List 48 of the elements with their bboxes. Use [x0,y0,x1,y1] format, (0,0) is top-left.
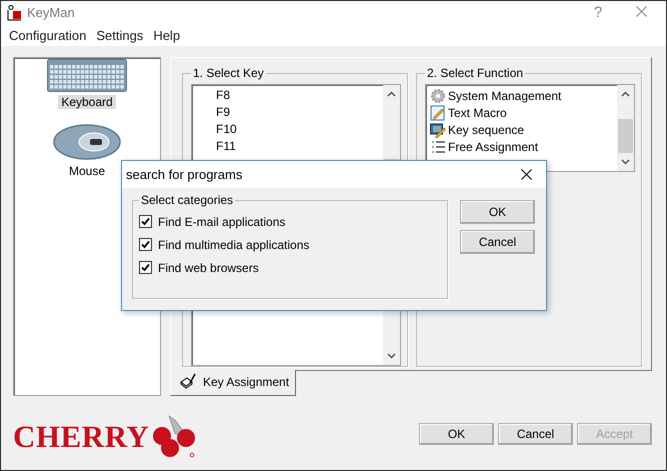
group-title: 2. Select Function [426,66,524,80]
window-title: KeyMan [27,5,76,20]
menu-item[interactable]: Settings [91,28,148,42]
function-list[interactable]: System Management Text Macro Key sequence Free Assignment [425,84,635,172]
menu-item[interactable]: Configuration [4,28,92,42]
mouse-icon [52,123,122,161]
checkbox[interactable] [139,261,152,274]
list-item[interactable]: F11 [196,138,379,155]
dialog-button[interactable]: OK [460,200,535,224]
scroll-down-icon[interactable] [387,353,396,359]
checkbox-label: Find web browsers [158,260,259,274]
scroll-up-icon[interactable] [621,91,630,97]
brand-logo: CHERRY [13,414,198,458]
dialog-button[interactable]: Cancel [498,423,573,445]
gear-icon [430,88,446,104]
list-item[interactable]: F10 [196,121,379,138]
list-item[interactable]: Free Assignment [448,140,538,154]
list-item[interactable]: Text Macro [448,106,507,120]
help-button[interactable]: ? [579,4,617,21]
checkbox-label: Find E-mail applications [158,214,286,228]
key-assignment-tab[interactable]: Key Assignment [170,370,296,396]
scroll-down-icon[interactable] [621,159,630,165]
keyboard-icon [47,59,127,92]
dialog-button[interactable]: OK [419,423,494,445]
pencil-keys-icon [430,122,446,138]
pencil-note-icon [430,104,446,120]
list-icon [430,138,446,154]
checkbox-label: Find multimedia applications [158,238,310,252]
menu-item[interactable]: Help [148,28,186,42]
cherries-icon [151,414,198,458]
list-item[interactable]: System Management [448,88,562,102]
scrollbar[interactable] [617,85,634,171]
checkbox[interactable] [139,238,152,251]
group-title: 1. Select Key [192,66,265,80]
dialog-button[interactable]: Cancel [460,230,535,254]
close-icon [520,168,532,180]
list-item[interactable]: F8 [196,87,379,104]
group-title: Select categories [140,193,234,207]
keycap-pen-icon [179,373,197,390]
app-icon [7,4,22,20]
list-item[interactable]: F9 [196,104,379,121]
checkbox[interactable] [139,215,152,228]
list-item[interactable]: Key sequence [448,122,524,136]
sidebar-item[interactable]: Keyboard [58,95,116,109]
close-icon [636,6,646,17]
dialog-title: search for programs [126,167,244,182]
sidebar-item[interactable]: Mouse [66,164,108,178]
scroll-up-icon[interactable] [387,91,396,97]
